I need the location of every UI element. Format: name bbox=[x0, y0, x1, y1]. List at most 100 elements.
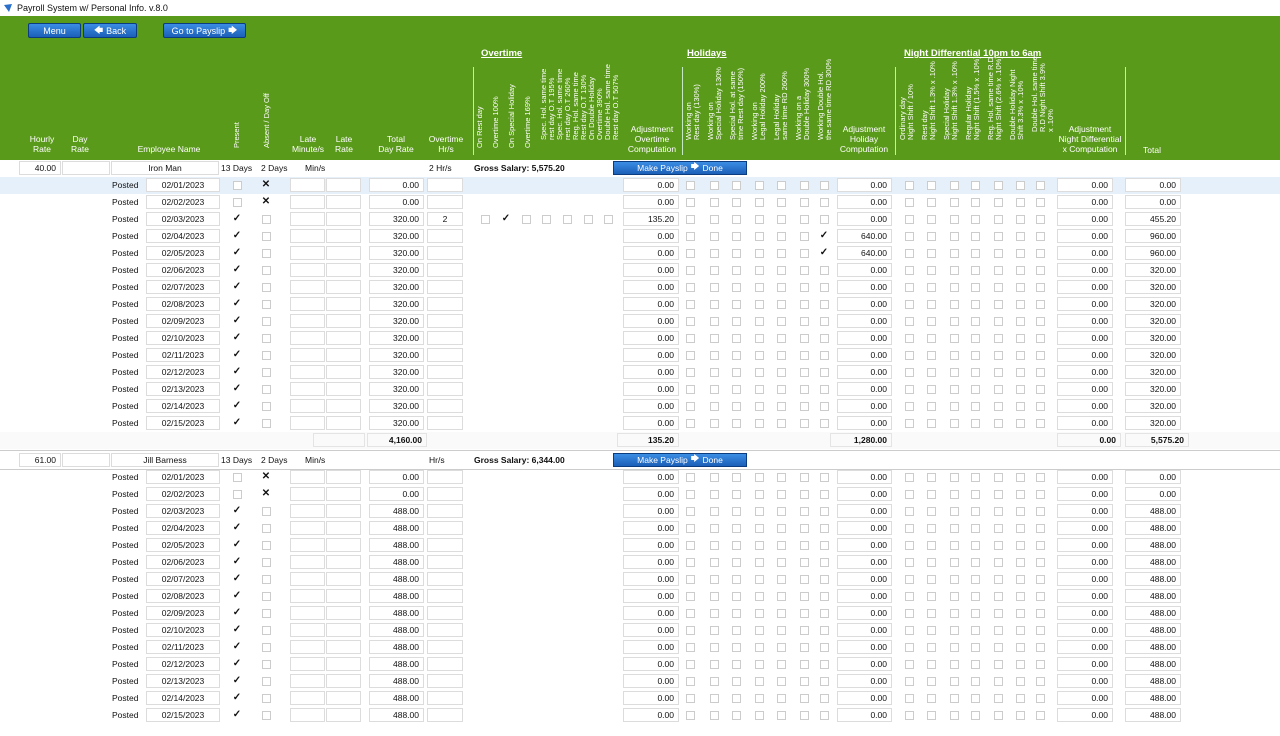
night-diff-checkbox[interactable] bbox=[994, 232, 1003, 241]
night-diff-checkbox[interactable] bbox=[1036, 385, 1045, 394]
adj-overtime-field[interactable]: 0.00 bbox=[623, 640, 679, 654]
holiday-type-checkbox[interactable] bbox=[820, 541, 829, 550]
holiday-type-checkbox[interactable] bbox=[820, 626, 829, 635]
overtime-type-checkbox[interactable] bbox=[563, 215, 572, 224]
night-diff-checkbox[interactable] bbox=[927, 385, 936, 394]
holiday-type-checkbox[interactable] bbox=[820, 660, 829, 669]
adj-overtime-field[interactable]: 0.00 bbox=[623, 538, 679, 552]
night-diff-checkbox[interactable] bbox=[927, 198, 936, 207]
holiday-type-checkbox[interactable] bbox=[800, 473, 809, 482]
overtime-hours-field[interactable] bbox=[427, 640, 463, 654]
late-rate-field[interactable] bbox=[326, 572, 361, 586]
absent-checkbox[interactable] bbox=[262, 660, 271, 669]
overtime-hours-field[interactable] bbox=[427, 572, 463, 586]
holiday-type-checkbox[interactable] bbox=[800, 490, 809, 499]
holiday-type-checkbox[interactable] bbox=[777, 334, 786, 343]
night-diff-checkbox[interactable] bbox=[1016, 351, 1025, 360]
row-total-field[interactable]: 320.00 bbox=[1125, 297, 1181, 311]
night-diff-checkbox[interactable] bbox=[1016, 575, 1025, 584]
holiday-type-checkbox[interactable] bbox=[686, 592, 695, 601]
overtime-type-checkbox[interactable] bbox=[522, 215, 531, 224]
night-diff-checkbox[interactable] bbox=[1036, 419, 1045, 428]
night-diff-checkbox[interactable] bbox=[905, 215, 914, 224]
holiday-type-checkbox[interactable] bbox=[755, 694, 764, 703]
total-day-rate-field[interactable]: 320.00 bbox=[369, 297, 424, 311]
holiday-type-checkbox[interactable] bbox=[686, 575, 695, 584]
holiday-type-checkbox[interactable] bbox=[686, 300, 695, 309]
night-diff-checkbox[interactable] bbox=[1016, 507, 1025, 516]
total-day-rate-field[interactable]: 488.00 bbox=[369, 538, 424, 552]
night-diff-checkbox[interactable] bbox=[905, 419, 914, 428]
holiday-type-checkbox[interactable] bbox=[820, 507, 829, 516]
date-field[interactable]: 02/01/2023 bbox=[146, 470, 220, 484]
holiday-type-checkbox[interactable] bbox=[686, 558, 695, 567]
overtime-check-icon[interactable]: ✓ bbox=[501, 213, 511, 224]
holiday-type-checkbox[interactable] bbox=[777, 317, 786, 326]
total-day-rate-field[interactable]: 0.00 bbox=[369, 195, 424, 209]
adj-night-diff-field[interactable]: 0.00 bbox=[1057, 521, 1113, 535]
holiday-type-checkbox[interactable] bbox=[710, 283, 719, 292]
holiday-type-checkbox[interactable] bbox=[777, 711, 786, 720]
night-diff-checkbox[interactable] bbox=[1016, 368, 1025, 377]
night-diff-checkbox[interactable] bbox=[994, 592, 1003, 601]
adj-holiday-field[interactable]: 0.00 bbox=[837, 589, 892, 603]
overtime-type-checkbox[interactable] bbox=[542, 215, 551, 224]
adj-overtime-field[interactable]: 0.00 bbox=[623, 555, 679, 569]
row-total-field[interactable]: 320.00 bbox=[1125, 348, 1181, 362]
night-diff-checkbox[interactable] bbox=[950, 626, 959, 635]
night-diff-checkbox[interactable] bbox=[905, 592, 914, 601]
holiday-type-checkbox[interactable] bbox=[686, 609, 695, 618]
overtime-hours-field[interactable] bbox=[427, 657, 463, 671]
holiday-type-checkbox[interactable] bbox=[732, 711, 741, 720]
holiday-type-checkbox[interactable] bbox=[777, 368, 786, 377]
holiday-type-checkbox[interactable] bbox=[710, 694, 719, 703]
overtime-hours-field[interactable] bbox=[427, 246, 463, 260]
late-minutes-field[interactable] bbox=[290, 416, 325, 430]
holiday-type-checkbox[interactable] bbox=[710, 660, 719, 669]
holiday-type-checkbox[interactable] bbox=[755, 626, 764, 635]
night-diff-checkbox[interactable] bbox=[1036, 609, 1045, 618]
holiday-type-checkbox[interactable] bbox=[686, 507, 695, 516]
night-diff-checkbox[interactable] bbox=[1036, 232, 1045, 241]
adj-night-diff-field[interactable]: 0.00 bbox=[1057, 331, 1113, 345]
holiday-type-checkbox[interactable] bbox=[686, 351, 695, 360]
holiday-type-checkbox[interactable] bbox=[820, 283, 829, 292]
absent-checkbox[interactable] bbox=[262, 215, 271, 224]
night-diff-checkbox[interactable] bbox=[1036, 643, 1045, 652]
night-diff-checkbox[interactable] bbox=[994, 402, 1003, 411]
adj-overtime-field[interactable]: 0.00 bbox=[623, 297, 679, 311]
late-rate-field[interactable] bbox=[326, 606, 361, 620]
absent-checkbox[interactable] bbox=[262, 283, 271, 292]
night-diff-checkbox[interactable] bbox=[994, 385, 1003, 394]
holiday-type-checkbox[interactable] bbox=[800, 419, 809, 428]
absent-checkbox[interactable] bbox=[262, 592, 271, 601]
holiday-type-checkbox[interactable] bbox=[710, 419, 719, 428]
night-diff-checkbox[interactable] bbox=[1016, 283, 1025, 292]
overtime-hours-field[interactable] bbox=[427, 195, 463, 209]
night-diff-checkbox[interactable] bbox=[994, 660, 1003, 669]
holiday-type-checkbox[interactable] bbox=[820, 677, 829, 686]
holiday-type-checkbox[interactable] bbox=[800, 232, 809, 241]
date-field[interactable]: 02/14/2023 bbox=[146, 399, 220, 413]
night-diff-checkbox[interactable] bbox=[994, 558, 1003, 567]
adj-holiday-field[interactable]: 0.00 bbox=[837, 657, 892, 671]
late-rate-field[interactable] bbox=[326, 555, 361, 569]
night-diff-checkbox[interactable] bbox=[905, 643, 914, 652]
row-total-field[interactable]: 320.00 bbox=[1125, 382, 1181, 396]
late-rate-field[interactable] bbox=[326, 195, 361, 209]
row-total-field[interactable]: 320.00 bbox=[1125, 365, 1181, 379]
night-diff-checkbox[interactable] bbox=[1036, 473, 1045, 482]
adj-holiday-field[interactable]: 0.00 bbox=[837, 691, 892, 705]
present-check-icon[interactable]: ✓ bbox=[232, 675, 242, 686]
adj-holiday-field[interactable]: 0.00 bbox=[837, 382, 892, 396]
night-diff-checkbox[interactable] bbox=[971, 660, 980, 669]
night-diff-checkbox[interactable] bbox=[1036, 300, 1045, 309]
late-minutes-field[interactable] bbox=[290, 708, 325, 722]
night-diff-checkbox[interactable] bbox=[1016, 215, 1025, 224]
present-check-icon[interactable]: ✓ bbox=[232, 539, 242, 550]
holiday-type-checkbox[interactable] bbox=[820, 181, 829, 190]
late-rate-field[interactable] bbox=[326, 416, 361, 430]
adj-holiday-field[interactable]: 0.00 bbox=[837, 314, 892, 328]
holiday-type-checkbox[interactable] bbox=[686, 711, 695, 720]
night-diff-checkbox[interactable] bbox=[1016, 677, 1025, 686]
